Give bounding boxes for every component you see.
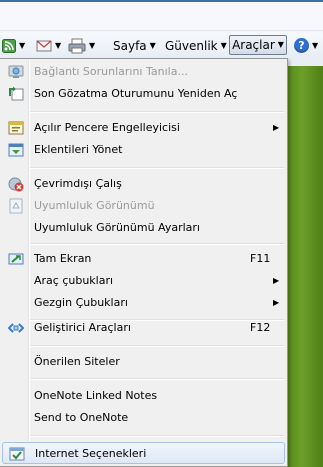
chevron-down-icon: ▼ bbox=[19, 40, 26, 50]
submenu-arrow-icon: ▶ bbox=[273, 298, 280, 307]
compat-view-icon bbox=[9, 198, 23, 214]
menu-item-send-to-onenote[interactable]: Send to OneNote bbox=[2, 407, 285, 429]
mail-icon bbox=[36, 40, 52, 51]
submenu-arrow-icon: ▶ bbox=[273, 276, 280, 285]
menu-item-compatibility-view-settings[interactable]: Uyumluluk Görünümü Ayarları bbox=[2, 217, 285, 239]
page-menu-button[interactable]: Sayfa ▼ bbox=[113, 36, 156, 55]
menu-item-reopen-session[interactable]: Son Gözatma Oturumunu Yeniden Aç bbox=[2, 83, 285, 105]
shortcut-label: F11 bbox=[250, 252, 271, 265]
menu-item-label: Uyumluluk Görünümü Ayarları bbox=[34, 221, 200, 234]
menu-item-label: Tam Ekran bbox=[34, 252, 92, 265]
help-icon: ? bbox=[294, 38, 309, 53]
tools-menu-button[interactable]: Araçlar ▼ bbox=[229, 35, 287, 55]
chevron-down-icon: ▼ bbox=[149, 40, 156, 50]
menu-separator bbox=[30, 167, 284, 169]
menu-item-explorer-bars[interactable]: Gezgin Çubukları ▶ bbox=[2, 292, 285, 314]
menu-item-manage-addons[interactable]: Eklentileri Yönet bbox=[2, 139, 285, 161]
fullscreen-icon bbox=[8, 253, 24, 265]
menu-item-toolbars[interactable]: Araç çubukları ▶ bbox=[2, 270, 285, 292]
print-button[interactable]: ▼ bbox=[68, 36, 95, 55]
menu-item-label: Uyumluluk Görünümü bbox=[34, 199, 155, 212]
menu-item-label: OneNote Linked Notes bbox=[34, 389, 158, 402]
menu-item-developer-tools[interactable]: Geliştirici Araçları F12 bbox=[2, 317, 285, 339]
chevron-down-icon: ▼ bbox=[220, 40, 227, 50]
diagnose-icon bbox=[8, 65, 24, 78]
safety-menu-label: Güvenlik bbox=[165, 38, 218, 53]
offline-icon bbox=[8, 177, 24, 192]
menu-item-label: Açılır Pencere Engelleyicisi bbox=[34, 121, 180, 134]
menu-item-label: Bağlantı Sorunlarını Tanıla... bbox=[34, 65, 188, 78]
menu-separator bbox=[30, 111, 284, 113]
menu-separator bbox=[30, 435, 284, 437]
command-bar: ▼ ▼ ▼ Sayfa ▼ Güvenlik ▼ Araçlar ▼ ? ▼ bbox=[0, 33, 323, 59]
menu-item-label: Gezgin Çubukları bbox=[34, 296, 128, 309]
menu-item-label: Son Gözatma Oturumunu Yeniden Aç bbox=[34, 87, 238, 100]
menu-item-diagnose-connection[interactable]: Bağlantı Sorunlarını Tanıla... bbox=[2, 61, 285, 83]
menu-item-label: Araç çubukları bbox=[34, 274, 114, 287]
tools-dropdown-menu: Bağlantı Sorunlarını Tanıla... Son Gözat… bbox=[0, 58, 288, 467]
mail-button[interactable]: ▼ bbox=[36, 36, 61, 55]
safety-menu-button[interactable]: Güvenlik ▼ bbox=[165, 36, 227, 55]
menu-separator bbox=[30, 345, 284, 347]
chevron-down-icon: ▼ bbox=[55, 40, 62, 50]
menu-item-work-offline[interactable]: Çevrimdışı Çalış bbox=[2, 173, 285, 195]
internet-options-icon bbox=[9, 447, 25, 461]
feeds-icon bbox=[2, 38, 16, 53]
menu-item-popup-blocker[interactable]: Açılır Pencere Engelleyicisi ▶ bbox=[2, 117, 285, 139]
menu-item-label: Internet Seçenekleri bbox=[35, 447, 147, 460]
menu-item-compatibility-view[interactable]: Uyumluluk Görünümü bbox=[2, 195, 285, 217]
help-button[interactable]: ? ▼ bbox=[294, 36, 318, 55]
menu-item-label: Önerilen Siteler bbox=[34, 355, 120, 368]
page-background bbox=[288, 58, 323, 467]
menu-item-suggested-sites[interactable]: Önerilen Siteler bbox=[2, 351, 285, 373]
chevron-down-icon: ▼ bbox=[312, 40, 319, 50]
menu-item-label: Geliştirici Araçları bbox=[34, 321, 131, 334]
chevron-down-icon: ▼ bbox=[89, 40, 96, 50]
popup-blocker-icon bbox=[8, 121, 24, 135]
tools-menu-label: Araçlar bbox=[232, 38, 275, 52]
chevron-down-icon: ▼ bbox=[277, 40, 284, 49]
menu-item-full-screen[interactable]: Tam Ekran F11 bbox=[2, 248, 285, 270]
addons-icon bbox=[8, 143, 24, 157]
page-top-edge bbox=[288, 58, 323, 66]
menu-item-label: Çevrimdışı Çalış bbox=[34, 177, 122, 190]
printer-icon bbox=[68, 38, 86, 53]
menu-item-label: Send to OneNote bbox=[34, 411, 129, 424]
page-menu-label: Sayfa bbox=[113, 38, 147, 53]
feeds-button[interactable]: ▼ bbox=[2, 36, 25, 55]
menu-item-onenote-linked-notes[interactable]: OneNote Linked Notes bbox=[2, 385, 285, 407]
developer-tools-icon bbox=[8, 323, 24, 333]
reopen-session-icon bbox=[9, 86, 24, 101]
menu-item-internet-options[interactable]: Internet Seçenekleri bbox=[2, 442, 285, 464]
menu-item-label: Eklentileri Yönet bbox=[34, 143, 123, 156]
tab-strip bbox=[0, 2, 323, 31]
shortcut-label: F12 bbox=[250, 321, 271, 334]
menu-separator bbox=[30, 243, 284, 245]
submenu-arrow-icon: ▶ bbox=[273, 123, 280, 132]
menu-separator bbox=[30, 378, 284, 380]
